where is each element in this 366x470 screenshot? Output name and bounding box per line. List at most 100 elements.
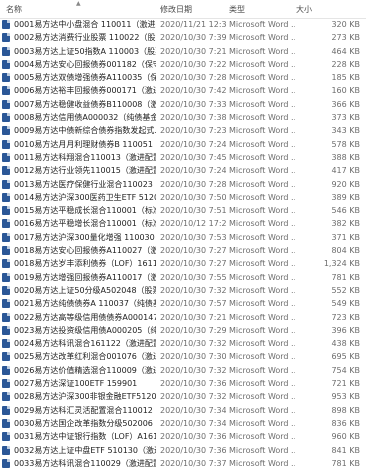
file-modified-date: 2020/10/30 7:32 — [160, 339, 226, 349]
file-type: Microsoft Word ... — [229, 179, 295, 189]
file-modified-date: 2020/10/30 7:50 — [160, 192, 226, 202]
file-size: 464 KB — [331, 46, 360, 56]
file-size: 396 KB — [331, 325, 360, 335]
file-modified-date: 2020/10/30 7:39 — [160, 33, 226, 43]
file-row[interactable]: 0016易方达平稳增长混合110001（标准… 2020/10/12 17:24 M… — [0, 217, 366, 230]
file-size: 695 KB — [331, 352, 360, 362]
word-document-icon — [2, 113, 10, 123]
file-name: 0013易方达医疗保健行业混合110023（… — [14, 179, 156, 189]
file-modified-date: 2020/10/30 7:23 — [160, 126, 226, 136]
column-header-size[interactable]: 大小 — [296, 4, 312, 15]
file-modified-date: 2020/10/30 7:29 — [160, 325, 226, 335]
file-name: 0027易方达深证100ETF 159901 — [14, 379, 138, 389]
file-row[interactable]: 0007易方达稳健收益债券B110008（激… 2020/10/30 7:33 Mi… — [0, 98, 366, 111]
file-type: Microsoft Word ... — [229, 246, 295, 256]
file-row[interactable]: 0017易方达沪深300量化增强 110030（… 2020/10/30 7:53… — [0, 231, 366, 244]
word-document-icon — [2, 445, 10, 455]
file-modified-date: 2020/10/30 7:33 — [160, 99, 226, 109]
file-type: Microsoft Word ... — [229, 219, 295, 229]
file-type: Microsoft Word ... — [229, 126, 295, 136]
file-size: 160 KB — [331, 86, 360, 96]
file-row[interactable]: 0026易方达价值精选混合110009（激进… 2020/10/30 7:32 Mi… — [0, 364, 366, 377]
file-modified-date: 2020/10/30 7:42 — [160, 86, 226, 96]
file-row[interactable]: 0022易方达高等级信用债债券A000147… 2020/10/30 7:21 Mi… — [0, 311, 366, 324]
word-document-icon — [2, 33, 10, 43]
word-document-icon — [2, 20, 10, 29]
file-row[interactable]: 0019易方达增强回报债券A110017（激… 2020/10/30 7:55 Mi… — [0, 271, 366, 284]
file-size: 389 KB — [331, 192, 360, 202]
file-row[interactable]: 0030易方达国企改革指数分级502006（… 2020/10/30 7:34 Mi… — [0, 417, 366, 430]
word-document-icon — [2, 179, 10, 189]
file-row[interactable]: 0033易方达科讯混合110029（激进配置… 2020/10/30 7:37 Mi… — [0, 457, 366, 470]
file-row[interactable]: 0011易方达科翔混合110013（激进配置… 2020/10/30 7:45 Mi… — [0, 151, 366, 164]
file-row[interactable]: 0001易方达中小盘混合 110011（激进… 2020/11/21 12:32 M… — [0, 18, 366, 31]
file-type: Microsoft Word ... — [229, 59, 295, 69]
word-document-icon — [2, 126, 10, 136]
word-document-icon — [2, 365, 10, 375]
file-name: 0029易方达科汇灵活配置混合110012（… — [14, 405, 156, 415]
file-row[interactable]: 0021易方达纯债债券A 110037（纯债基… 2020/10/30 7:57 M… — [0, 297, 366, 310]
word-document-icon — [2, 272, 10, 282]
file-modified-date: 2020/10/12 17:24 — [160, 219, 226, 229]
file-row[interactable]: 0012易方达行业领先110015（激进配置… 2020/10/30 7:24 Mi… — [0, 164, 366, 177]
column-header-type[interactable]: 类型 — [229, 4, 245, 15]
file-name: 0022易方达高等级信用债债券A000147… — [14, 312, 156, 322]
column-header-name[interactable]: 名称 — [6, 4, 22, 15]
file-name: 0006易方达裕丰回报债券000171（激进… — [14, 86, 156, 96]
file-type: Microsoft Word ... — [229, 365, 295, 375]
file-name: 0021易方达纯债债券A 110037（纯债基… — [14, 299, 156, 309]
file-size: 552 KB — [331, 285, 360, 295]
file-name: 0028易方达沪深300非银金融ETF51207… — [14, 392, 156, 402]
file-row[interactable]: 0027易方达深证100ETF 159901 2020/10/30 7:36 Mic… — [0, 377, 366, 390]
file-row[interactable]: 0013易方达医疗保健行业混合110023（… 2020/10/30 7:28 Mi… — [0, 178, 366, 191]
word-document-icon — [2, 206, 10, 216]
file-name: 0012易方达行业领先110015（激进配置… — [14, 166, 156, 176]
file-name: 0024易方达科讯混合161122（激进配置… — [14, 339, 156, 349]
file-row[interactable]: 0002易方达消费行业股票 110022（股… 2020/10/30 7:39 Mi… — [0, 31, 366, 44]
file-type: Microsoft Word ... — [229, 445, 295, 455]
file-row[interactable]: 0009易方达中债新综合债券指数发起式… 2020/10/30 7:23 Micro… — [0, 124, 366, 137]
file-row[interactable]: 0028易方达沪深300非银金融ETF51207… 2020/10/30 7:32… — [0, 390, 366, 403]
file-type: Microsoft Word ... — [229, 312, 295, 322]
file-row[interactable]: 0004易方达安心回报债券001182（保守… 2020/10/30 7:22 Mi… — [0, 58, 366, 71]
file-row[interactable]: 0010易方达月月利理财债券B 110051（… 2020/10/30 7:24 M… — [0, 138, 366, 151]
file-row[interactable]: 0015易方达平稳成长混合110001（标准… 2020/10/30 7:51 Mi… — [0, 204, 366, 217]
file-row[interactable]: 0006易方达裕丰回报债券000171（激进… 2020/10/30 7:42 Mi… — [0, 84, 366, 97]
file-row[interactable]: 0032易方达上证中盘ETF 510130（激进… 2020/10/30 7:36… — [0, 444, 366, 457]
file-name: 0023易方达投资级信用债A000205（纯… — [14, 325, 156, 335]
sort-up-icon: ▲ — [76, 0, 81, 7]
file-row[interactable]: 0003易方达上证50指数A 110003（股票… 2020/10/30 7:21… — [0, 45, 366, 58]
file-row[interactable]: 0020易方达上证50分级A502048（股票… 2020/10/30 7:32 M… — [0, 284, 366, 297]
column-header-date[interactable]: 修改日期 — [160, 4, 192, 15]
file-row[interactable]: 0008易方达信用债A000032（纯债基金） 2020/10/30 7:38 Mi… — [0, 111, 366, 124]
file-name: 0003易方达上证50指数A 110003（股票… — [14, 46, 156, 56]
word-document-icon — [2, 392, 10, 402]
file-row[interactable]: 0018易方达岁丰添利债券（LOF）16111… 2020/10/30 7:27 M… — [0, 257, 366, 270]
file-row[interactable]: 0025易方达改革红利混合001076（激进… 2020/10/30 7:30 Mi… — [0, 350, 366, 363]
file-modified-date: 2020/10/30 7:36 — [160, 445, 226, 455]
file-size: 578 KB — [331, 139, 360, 149]
word-document-icon — [2, 219, 10, 229]
file-row[interactable]: 0018易方达安心回报债券A110027（激… 2020/10/30 7:27 Mi… — [0, 244, 366, 257]
file-name: 0033易方达科讯混合110029（激进配置… — [14, 458, 156, 468]
file-row[interactable]: 0029易方达科汇灵活配置混合110012（… 2020/10/30 7:34 Mi… — [0, 404, 366, 417]
file-name: 0032易方达上证中盘ETF 510130（激进… — [14, 445, 156, 455]
word-document-icon — [2, 86, 10, 96]
file-row[interactable]: 0024易方达科讯混合161122（激进配置… 2020/10/30 7:32 Mi… — [0, 337, 366, 350]
file-name: 0015易方达平稳成长混合110001（标准… — [14, 206, 156, 216]
file-size: 898 KB — [331, 405, 360, 415]
file-modified-date: 2020/10/30 7:57 — [160, 299, 226, 309]
file-size: 228 KB — [331, 59, 360, 69]
file-row[interactable]: 0014易方达沪深300医药卫生ETF 51201… 2020/10/30 7:5… — [0, 191, 366, 204]
file-name: 0017易方达沪深300量化增强 110030（… — [14, 232, 156, 242]
file-name: 0026易方达价值精选混合110009（激进… — [14, 365, 156, 375]
file-type: Microsoft Word ... — [229, 99, 295, 109]
file-modified-date: 2020/10/30 7:21 — [160, 312, 226, 322]
file-row[interactable]: 0005易方达双债增强债券A110035（保… 2020/10/30 7:28 Mi… — [0, 71, 366, 84]
file-size: 804 KB — [331, 246, 360, 256]
file-size: 382 KB — [331, 219, 360, 229]
word-document-icon — [2, 285, 10, 295]
file-row[interactable]: 0023易方达投资级信用债A000205（纯… 2020/10/30 7:29 Mi… — [0, 324, 366, 337]
file-size: 1,324 KB — [323, 259, 360, 269]
file-size: 320 KB — [331, 20, 360, 29]
